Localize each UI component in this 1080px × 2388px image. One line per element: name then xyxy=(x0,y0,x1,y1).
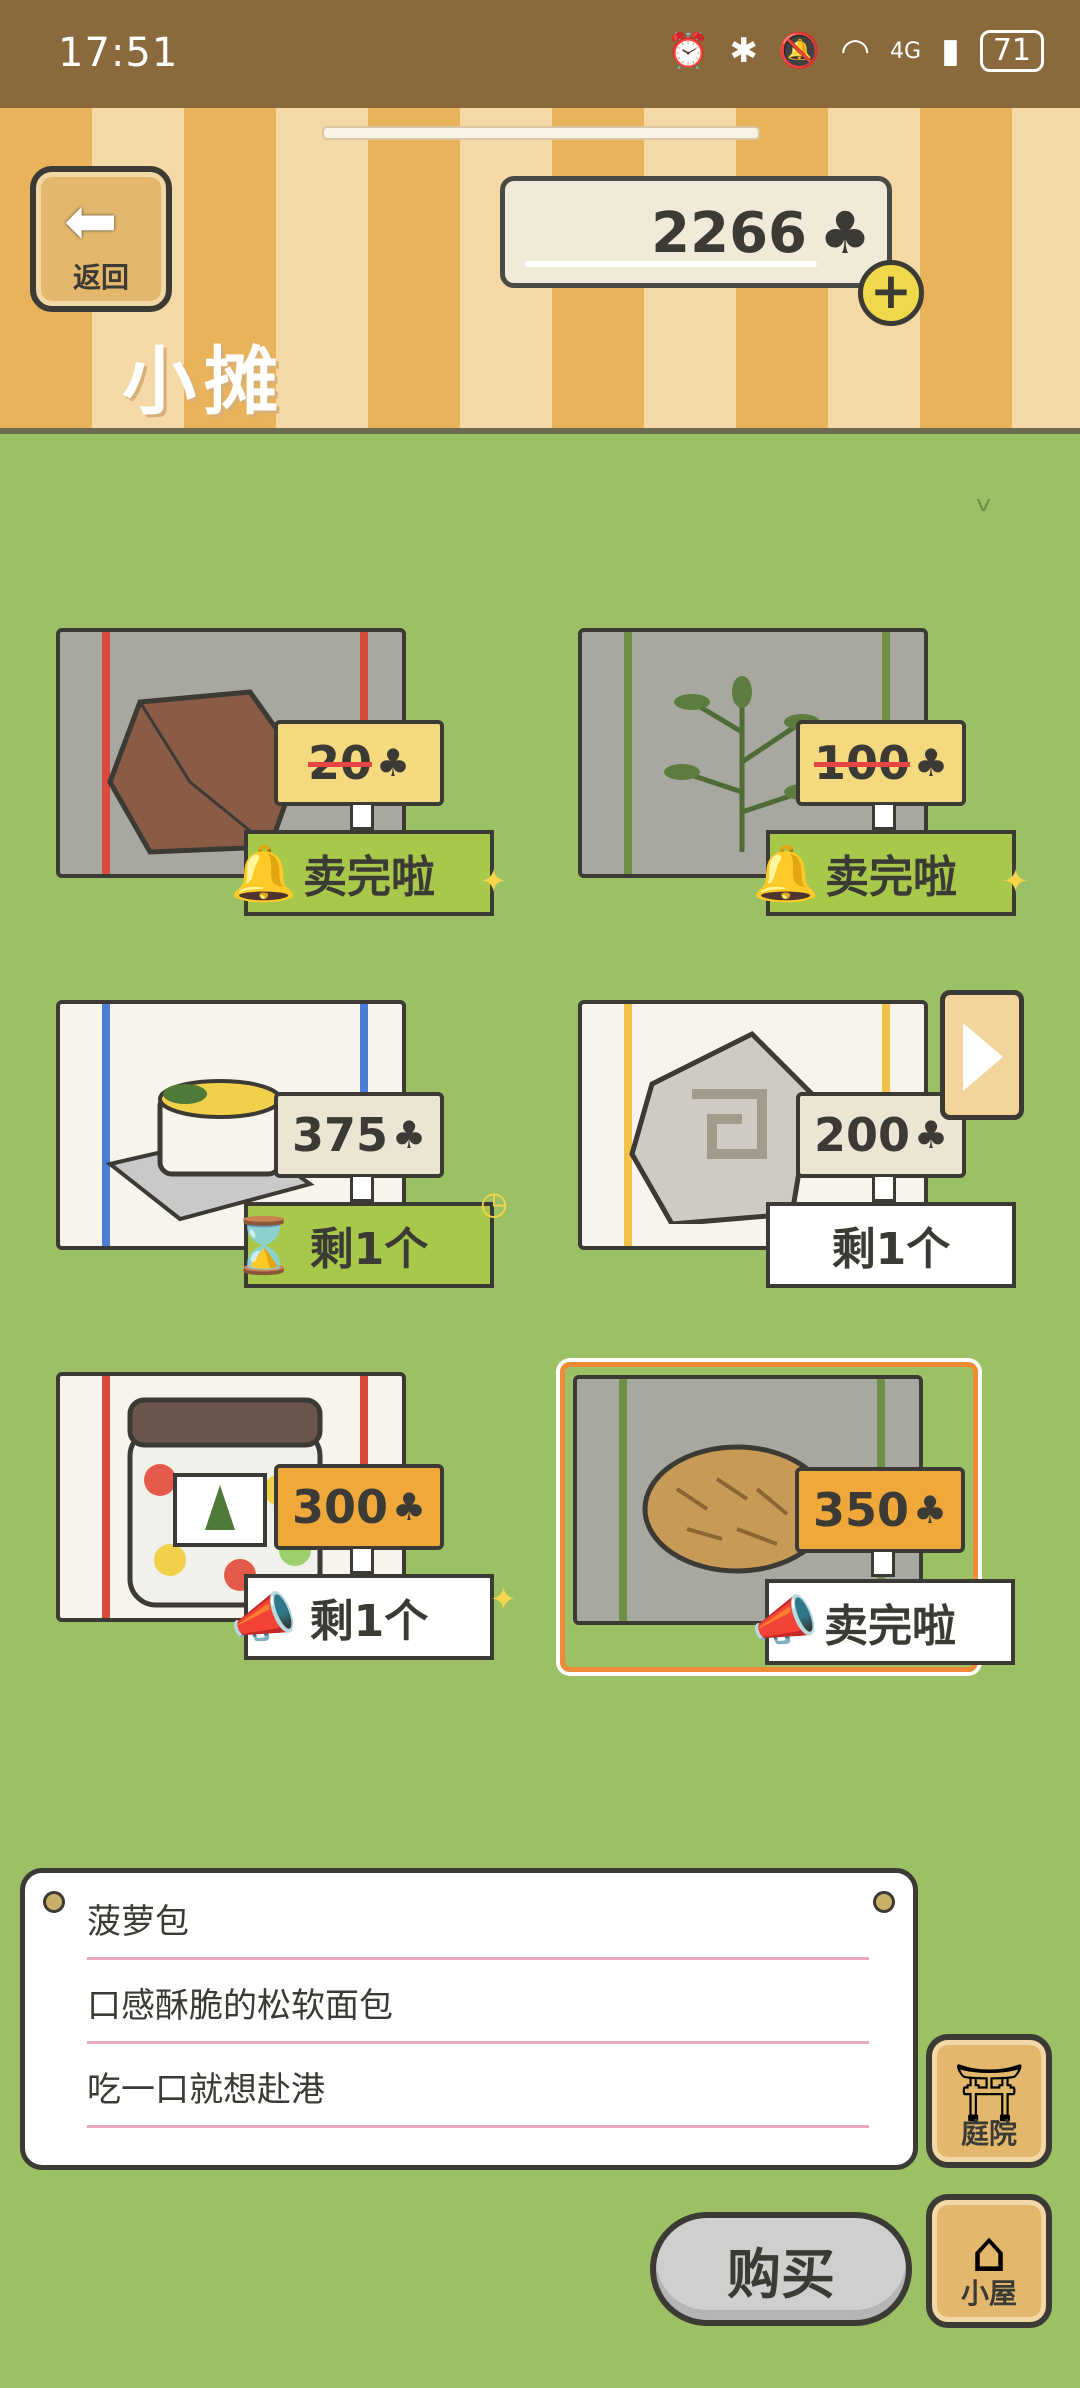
arrow-right-icon xyxy=(963,1023,1003,1091)
network-label: 4G xyxy=(890,38,922,64)
bell-icon: 🔔 xyxy=(230,842,298,905)
hourglass-icon: ⌛ xyxy=(230,1214,298,1277)
price-tag: 350 ♣ xyxy=(795,1467,965,1553)
tag-pin xyxy=(350,1174,374,1202)
shop-item[interactable]: 100 ♣ 卖完啦 🔔 ✦ xyxy=(566,612,1029,932)
clover-icon: ♣ xyxy=(391,1485,427,1529)
item-name: 菠萝包 xyxy=(87,1877,869,1960)
wifi-icon: ◠ xyxy=(840,31,871,71)
clover-icon: ♣ xyxy=(913,741,949,785)
status-label: 剩1个 xyxy=(309,1596,429,1647)
tag-pin xyxy=(350,802,374,830)
tag-pin xyxy=(871,1549,895,1577)
bluetooth-icon: ✱ xyxy=(729,31,759,71)
grass-decoration: ᵛ xyxy=(976,488,993,534)
cloth-stripe xyxy=(624,632,632,874)
clover-icon: ♣ xyxy=(819,199,871,267)
status-label: 卖完啦 xyxy=(824,1601,956,1652)
status-label: 剩1个 xyxy=(831,1224,951,1275)
add-clover-button[interactable]: + xyxy=(858,260,924,326)
price-value: 100 xyxy=(813,736,910,790)
page-title: 小摊 xyxy=(122,339,286,425)
status-icons: ⏰ ✱ 🔕 ◠ 4G ▮ 71 xyxy=(667,30,1044,72)
status-sign: 剩1个 xyxy=(766,1202,1016,1288)
clover-icon: ♣ xyxy=(913,1113,949,1157)
shop-item[interactable]: 20 ♣ 卖完啦 🔔 ✦ xyxy=(44,612,507,932)
arrow-left-icon: ⬅ xyxy=(64,185,118,259)
back-button[interactable]: ⬅ 返回 xyxy=(30,166,172,312)
megaphone-icon: 📣 xyxy=(751,1589,819,1652)
bell-icon: 🔔 xyxy=(752,842,820,905)
price-value: 300 xyxy=(291,1480,388,1534)
signal-icon: ▮ xyxy=(941,31,960,71)
alarm-icon: ⏰ xyxy=(667,31,710,71)
clock-icon: ◷ xyxy=(480,1184,508,1222)
buy-button[interactable]: 购买 xyxy=(650,2212,912,2326)
cloth-stripe xyxy=(619,1379,627,1621)
megaphone-icon: 📣 xyxy=(230,1586,298,1649)
shop-item[interactable]: 300 ♣ 剩1个 📣 ✦ xyxy=(44,1356,517,1676)
shop-item[interactable]: 200 ♣ 剩1个 xyxy=(566,984,1016,1304)
price-tag: 100 ♣ xyxy=(796,720,966,806)
clover-icon: ♣ xyxy=(912,1488,948,1532)
clover-icon: ♣ xyxy=(391,1113,427,1157)
clover-count: 2266 xyxy=(651,201,807,266)
status-label: 卖完啦 xyxy=(303,852,435,903)
price-tag: 300 ♣ xyxy=(274,1464,444,1550)
clover-icon: ♣ xyxy=(375,741,411,785)
drag-handle[interactable] xyxy=(322,126,760,140)
shop-item-selected[interactable]: 350 ♣ 卖完啦 📣 xyxy=(560,1362,1015,1672)
status-label: 卖完啦 xyxy=(825,852,957,903)
status-time: 17:51 xyxy=(58,30,179,76)
status-bar: 17:51 ⏰ ✱ 🔕 ◠ 4G ▮ 71 xyxy=(0,0,1080,108)
panel-pin xyxy=(43,1891,65,1913)
cloth-stripe xyxy=(102,1376,110,1618)
yard-button[interactable]: ⛩ 庭院 xyxy=(926,2034,1052,2168)
tag-pin xyxy=(350,1546,374,1574)
price-value: 200 xyxy=(813,1108,910,1162)
price-tag: 20 ♣ xyxy=(274,720,444,806)
house-button[interactable]: ⌂ 小屋 xyxy=(926,2194,1052,2328)
sparkle-icon: ✦ xyxy=(480,862,507,900)
battery-indicator: 71 xyxy=(979,30,1044,72)
panel-pin xyxy=(873,1891,895,1913)
item-description-line: 口感酥脆的松软面包 xyxy=(87,1961,869,2044)
item-description-panel: 菠萝包 口感酥脆的松软面包 吃一口就想赴港 xyxy=(20,1868,918,2170)
item-description-line: 吃一口就想赴港 xyxy=(87,2045,869,2128)
house-label: 小屋 xyxy=(960,2277,1017,2310)
tag-pin xyxy=(872,1174,896,1202)
back-label: 返回 xyxy=(72,261,129,294)
sparkle-icon: ✦ xyxy=(1002,862,1029,900)
status-label: 剩1个 xyxy=(309,1224,429,1275)
mute-icon: 🔕 xyxy=(778,31,821,71)
next-page-button[interactable] xyxy=(940,990,1024,1120)
sparkle-icon: ✦ xyxy=(490,1580,517,1618)
yard-label: 庭院 xyxy=(960,2117,1017,2150)
price-value: 350 xyxy=(812,1483,909,1537)
price-value: 20 xyxy=(307,736,372,790)
price-value: 375 xyxy=(291,1108,388,1162)
price-tag: 375 ♣ xyxy=(274,1092,444,1178)
shop-item[interactable]: 375 ♣ 剩1个 ⌛ ◷ xyxy=(44,984,508,1304)
clover-balance: 2266 ♣ xyxy=(500,176,892,288)
tag-pin xyxy=(872,802,896,830)
